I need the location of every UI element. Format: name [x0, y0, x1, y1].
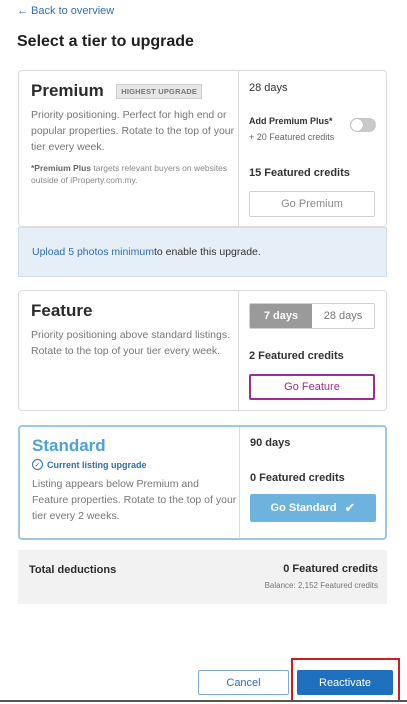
highest-upgrade-badge: HIGHEST UPGRADE [116, 84, 203, 100]
reactivate-button[interactable]: Reactivate [297, 670, 393, 695]
feature-card-divider [238, 291, 239, 412]
premium-card-divider [238, 71, 239, 228]
checkmark-icon: ✔ [344, 500, 356, 515]
feature-credits: 2 Featured credits [249, 350, 344, 362]
premium-plus-addon-label: Add Premium Plus* [249, 116, 333, 126]
premium-description: Priority positioning. Perfect for high e… [31, 109, 235, 153]
upload-photos-link[interactable]: Upload 5 photos minimum [32, 246, 154, 258]
go-feature-button[interactable]: Go Feature [249, 374, 375, 400]
check-circle-icon: ✓ [32, 459, 43, 470]
premium-plus-addon-credits: + 20 Featured credits [249, 132, 335, 142]
cancel-button[interactable]: Cancel [198, 670, 289, 695]
photo-requirement-text: to enable this upgrade. [153, 246, 261, 258]
feature-duration-7-days[interactable]: 7 days [250, 304, 312, 328]
premium-tier-name: Premium [31, 81, 104, 100]
premium-credits: 15 Featured credits [249, 167, 350, 179]
premium-title-row: Premium HIGHEST UPGRADE [31, 81, 237, 101]
go-standard-label: Go Standard [270, 502, 337, 514]
standard-tier-card: Standard ✓ Current listing upgrade Listi… [18, 425, 387, 540]
feature-description: Priority positioning above standard list… [31, 329, 231, 357]
back-to-overview-link[interactable]: ← Back to overview [17, 5, 114, 17]
feature-tier-name: Feature [31, 301, 93, 320]
premium-duration: 28 days [249, 82, 288, 94]
standard-card-divider [239, 427, 240, 538]
premium-tier-card: Premium HIGHEST UPGRADE Priority positio… [18, 70, 387, 228]
go-premium-button[interactable]: Go Premium [249, 191, 375, 217]
feature-duration-selector: 7 days 28 days [249, 303, 375, 329]
page-title: Select a tier to upgrade [17, 33, 194, 50]
credit-balance: Balance: 2,152 Featured credits [264, 581, 378, 590]
total-deductions-panel: Total deductions 0 Featured credits Bala… [18, 550, 387, 604]
total-deductions-label: Total deductions [29, 564, 117, 576]
premium-plus-toggle-knob [351, 119, 363, 131]
footer-divider [0, 700, 407, 702]
current-listing-indicator: ✓ Current listing upgrade [32, 459, 238, 470]
feature-duration-28-days[interactable]: 28 days [312, 304, 374, 328]
standard-credits: 0 Featured credits [250, 472, 345, 484]
photo-requirement-banner: Upload 5 photos minimum to enable this u… [18, 227, 387, 277]
standard-duration: 90 days [250, 437, 291, 449]
standard-description: Listing appears below Premium and Featur… [32, 478, 237, 522]
standard-tier-name: Standard [32, 436, 106, 455]
premium-plus-note: *Premium Plus targets relevant buyers on… [31, 162, 237, 186]
total-deductions-credits: 0 Featured credits [283, 563, 378, 575]
current-listing-label: Current listing upgrade [47, 459, 147, 470]
premium-plus-toggle[interactable] [350, 118, 376, 132]
feature-tier-card: Feature Priority positioning above stand… [18, 290, 387, 412]
reactivate-highlight-box: Reactivate [291, 658, 400, 702]
premium-plus-note-bold: *Premium Plus [31, 163, 91, 173]
go-standard-button[interactable]: Go Standard ✔ [250, 494, 376, 522]
